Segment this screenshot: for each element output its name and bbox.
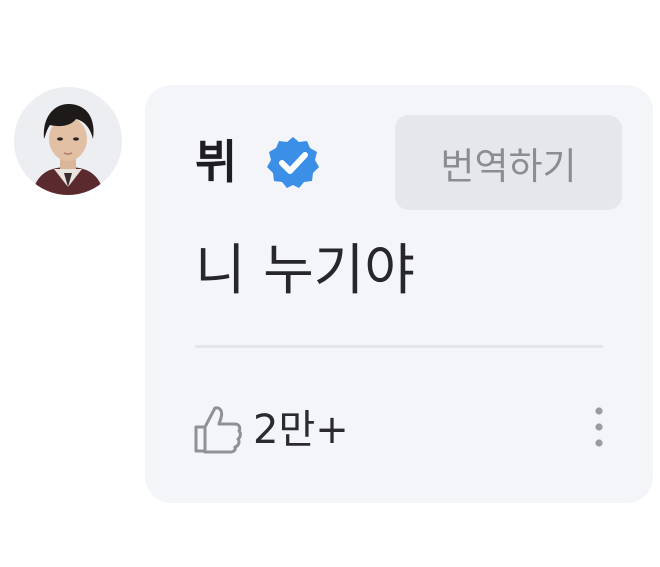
vertical-ellipsis-icon[interactable] [587, 403, 611, 451]
thumbs-up-icon[interactable] [193, 403, 243, 455]
like-count: 2만+ [253, 407, 349, 453]
verified-badge-icon [265, 134, 321, 190]
profile-photo [14, 87, 122, 195]
comment-text: 니 누기야 [195, 238, 415, 302]
author-name[interactable]: 뷔 [195, 135, 237, 189]
comment-card: 뷔 번역하기 니 누기야 2만+ [145, 85, 653, 503]
avatar[interactable] [14, 87, 122, 195]
divider [195, 345, 603, 348]
translate-button[interactable]: 번역하기 [395, 115, 622, 210]
